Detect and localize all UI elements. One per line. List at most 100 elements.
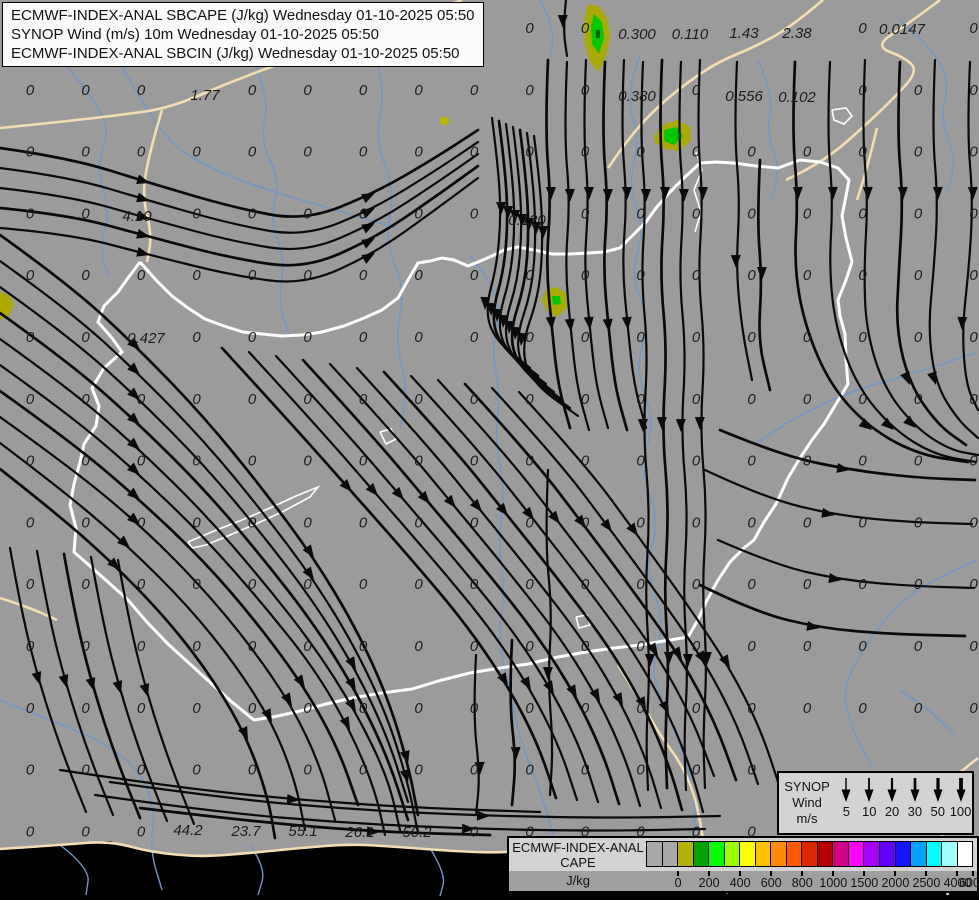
streamline bbox=[563, 0, 569, 58]
zero-label: 0 bbox=[858, 205, 867, 222]
flow-arrowhead bbox=[697, 186, 708, 200]
streamline bbox=[409, 374, 705, 814]
colorbar-swatch bbox=[739, 841, 756, 867]
zero-label: 0 bbox=[248, 144, 257, 161]
flow-arrowhead bbox=[583, 316, 594, 330]
zero-label: 0 bbox=[248, 329, 257, 346]
zero-label: 0 bbox=[858, 638, 867, 655]
flow-arrowhead bbox=[612, 692, 623, 706]
river bbox=[899, 689, 956, 736]
zero-label: 0 bbox=[969, 453, 978, 470]
zero-label: 0 bbox=[359, 576, 368, 593]
flow-arrowhead bbox=[564, 188, 575, 202]
value-label: 4.10 bbox=[122, 208, 152, 225]
streamline bbox=[0, 140, 480, 234]
zero-label: 0 bbox=[803, 267, 812, 284]
streamline bbox=[962, 60, 979, 412]
zero-label: 0 bbox=[914, 700, 923, 717]
zero-label: 0 bbox=[914, 391, 923, 408]
colorbar-tick-label: 600 bbox=[760, 876, 782, 890]
zero-label: 0 bbox=[470, 267, 479, 284]
zero-label: 0 bbox=[26, 267, 35, 284]
streamline bbox=[0, 164, 480, 267]
cape-color-legend: ECMWF-INDEX-ANAL CAPE J/kg 0 200 400 600 800… bbox=[507, 836, 979, 893]
colorbar-tick-label: 2500 bbox=[912, 876, 941, 890]
zero-label: 0 bbox=[303, 762, 312, 779]
wind-speed-value: 5 bbox=[842, 804, 851, 819]
value-label: 1.77 bbox=[190, 87, 220, 104]
zero-label: 0 bbox=[525, 576, 534, 593]
flow-arrowhead bbox=[139, 683, 150, 697]
cape-colorbar-ticks: 0200400600800100015002000250040006000 bbox=[647, 871, 979, 891]
colorbar-tick-label: 1000 bbox=[819, 876, 848, 890]
zero-label: 0 bbox=[26, 205, 35, 222]
flow-arrowhead bbox=[31, 671, 42, 685]
streamline bbox=[0, 176, 480, 283]
zero-label: 0 bbox=[692, 82, 701, 99]
wind-speed-item: 5 bbox=[835, 776, 858, 833]
zero-label: 0 bbox=[858, 20, 867, 37]
zero-label: 0 bbox=[969, 329, 978, 346]
zero-label: 0 bbox=[248, 638, 257, 655]
zero-label: 0 bbox=[969, 267, 978, 284]
zero-label: 0 bbox=[636, 329, 645, 346]
zero-label: 0 bbox=[470, 144, 479, 161]
zero-label: 0 bbox=[414, 144, 423, 161]
zero-label: 0 bbox=[137, 82, 146, 99]
down-arrow-icon bbox=[864, 778, 874, 802]
colorbar-tick-label: 800 bbox=[791, 876, 813, 890]
zero-label: 0 bbox=[359, 514, 368, 531]
zero-label: 0 bbox=[81, 144, 90, 161]
zero-label: 0 bbox=[192, 391, 201, 408]
zero-label: 0 bbox=[192, 576, 201, 593]
zero-label: 0 bbox=[914, 453, 923, 470]
flow-arrowhead bbox=[678, 188, 689, 202]
zero-label: 0 bbox=[969, 638, 978, 655]
zero-label: 0 bbox=[470, 329, 479, 346]
zero-label: 0 bbox=[26, 82, 35, 99]
outer-borders-layer bbox=[0, 0, 979, 896]
zero-label: 0 bbox=[303, 205, 312, 222]
streamline bbox=[89, 555, 169, 823]
country-border-layer bbox=[68, 107, 854, 722]
flow-arrowhead bbox=[756, 266, 767, 280]
zero-label: 0 bbox=[192, 329, 201, 346]
zero-label: 0 bbox=[636, 391, 645, 408]
value-label: 0.300 bbox=[618, 26, 656, 43]
wind-speed-value: 30 bbox=[907, 804, 923, 819]
zero-label: 0 bbox=[914, 576, 923, 593]
zero-label: 0 bbox=[581, 20, 590, 37]
zero-label: 0 bbox=[803, 576, 812, 593]
flow-arrowhead bbox=[602, 188, 613, 202]
cape-colorbar bbox=[646, 838, 977, 871]
flow-arrowhead bbox=[510, 746, 521, 760]
flow-arrowhead bbox=[564, 318, 575, 332]
value-label: 55.1 bbox=[288, 823, 317, 840]
flow-arrowhead bbox=[136, 174, 150, 185]
zero-label: 0 bbox=[636, 638, 645, 655]
zero-label: 0 bbox=[303, 700, 312, 717]
lake-outline bbox=[379, 428, 398, 446]
zero-label: 0 bbox=[858, 144, 867, 161]
value-label: 23.7 bbox=[230, 823, 261, 840]
zero-label: 0 bbox=[81, 82, 90, 99]
zero-label: 0 bbox=[581, 700, 590, 717]
zero-label: 0 bbox=[137, 391, 146, 408]
flow-arrowhead bbox=[663, 651, 674, 665]
flow-arrowhead bbox=[621, 316, 632, 330]
flow-arrowhead bbox=[339, 716, 350, 730]
value-label: 0.110 bbox=[672, 26, 709, 43]
zero-label: 0 bbox=[359, 144, 368, 161]
zero-label: 0 bbox=[26, 638, 35, 655]
zero-label: 0 bbox=[359, 638, 368, 655]
zero-label: 0 bbox=[359, 453, 368, 470]
flow-arrowhead bbox=[932, 186, 943, 200]
zero-label: 0 bbox=[858, 453, 867, 470]
streamline bbox=[545, 468, 554, 797]
zero-label: 0 bbox=[470, 638, 479, 655]
zero-label: 0 bbox=[969, 144, 978, 161]
zero-label: 0 bbox=[26, 576, 35, 593]
cape-patch bbox=[596, 30, 600, 38]
flow-arrowhead bbox=[644, 653, 655, 667]
zero-label: 0 bbox=[581, 144, 590, 161]
